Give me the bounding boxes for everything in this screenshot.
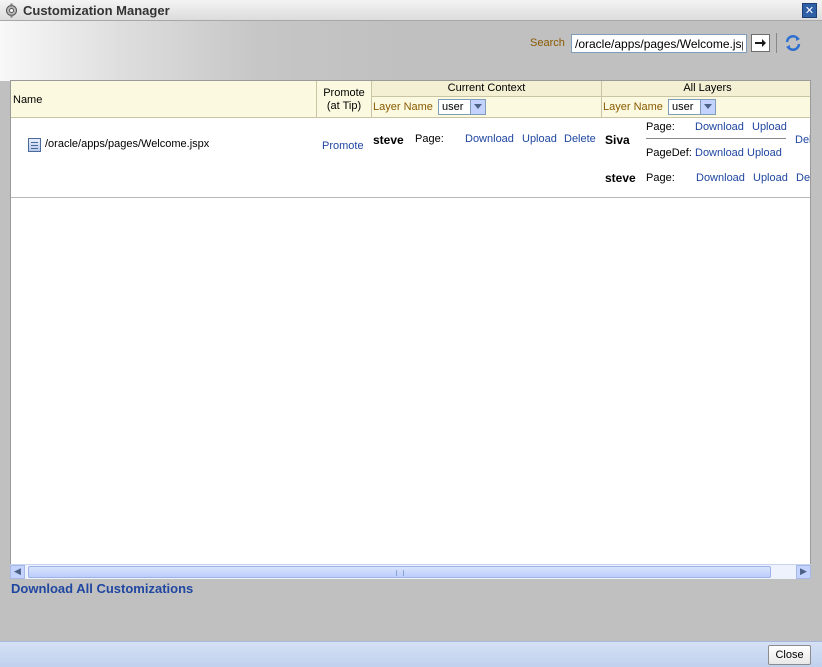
- column-header-promote: Promote (at Tip): [317, 81, 372, 118]
- customizations-table: Name Promote (at Tip) Current Context Al…: [10, 80, 811, 579]
- scroll-right-icon[interactable]: ▶: [796, 565, 811, 579]
- all-layers-download-link[interactable]: Download: [696, 172, 745, 184]
- promote-link[interactable]: Promote: [322, 140, 364, 152]
- search-input[interactable]: [571, 34, 747, 53]
- search-go-button[interactable]: [751, 34, 770, 52]
- arrow-right-icon: [755, 39, 766, 47]
- refresh-icon: [785, 35, 801, 51]
- all-layers-delete-link[interactable]: Del: [796, 172, 810, 184]
- current-context-upload-link[interactable]: Upload: [522, 133, 557, 145]
- document-icon: [28, 138, 41, 152]
- all-layers-type: Page:: [646, 121, 675, 133]
- layer-name-label: Layer Name: [603, 101, 663, 113]
- refresh-button[interactable]: [783, 33, 803, 53]
- chevron-down-icon: [700, 100, 715, 114]
- current-context-user: steve: [373, 133, 404, 147]
- customization-gear-icon: [6, 3, 17, 18]
- column-header-name: Name: [11, 81, 317, 118]
- column-header-all-layers: All Layers: [602, 81, 810, 97]
- all-layers-download-link[interactable]: Download: [695, 147, 744, 159]
- window-close-icon[interactable]: ✕: [802, 3, 817, 18]
- scroll-left-icon[interactable]: ◀: [10, 565, 25, 579]
- all-layers-type: Page:: [646, 172, 675, 184]
- file-path: /oracle/apps/pages/Welcome.jspx: [45, 138, 210, 150]
- current-context-delete-link[interactable]: Delete: [564, 133, 596, 145]
- all-layers-type: PageDef:: [646, 147, 692, 159]
- all-layers-user: Siva: [605, 133, 630, 147]
- chevron-down-icon: [470, 100, 485, 114]
- all-layers-download-link[interactable]: Download: [695, 121, 744, 133]
- all-layers-layer-filter: Layer Name user: [602, 97, 810, 118]
- all-layers-upload-link[interactable]: Upload: [747, 147, 782, 159]
- all-layers-layer-select[interactable]: user: [668, 99, 716, 115]
- horizontal-scrollbar[interactable]: ◀ ▶: [10, 564, 811, 579]
- divider: [646, 138, 786, 139]
- current-context-download-link[interactable]: Download: [465, 133, 514, 145]
- row-divider: [11, 197, 810, 198]
- toolbar-separator: [776, 33, 777, 53]
- column-header-current-context: Current Context: [372, 81, 602, 97]
- window-title: Customization Manager: [23, 3, 170, 18]
- dialog-footer: Close: [0, 641, 822, 667]
- all-layers-delete-link[interactable]: Del: [795, 134, 810, 146]
- download-all-customizations-link[interactable]: Download All Customizations: [11, 581, 193, 596]
- current-context-layer-filter: Layer Name user: [372, 97, 602, 118]
- layer-name-label: Layer Name: [373, 101, 433, 113]
- search-area: Search: [0, 21, 822, 81]
- title-bar: Customization Manager ✕: [0, 0, 822, 21]
- close-button[interactable]: Close: [768, 645, 811, 665]
- all-layers-upload-link[interactable]: Upload: [753, 172, 788, 184]
- search-label: Search: [530, 37, 565, 49]
- all-layers-upload-link[interactable]: Upload: [752, 121, 787, 133]
- scrollbar-thumb[interactable]: [28, 566, 771, 578]
- current-context-type: Page:: [415, 133, 444, 145]
- current-context-layer-select[interactable]: user: [438, 99, 486, 115]
- all-layers-user: steve: [605, 171, 636, 185]
- grip-icon: [396, 570, 404, 576]
